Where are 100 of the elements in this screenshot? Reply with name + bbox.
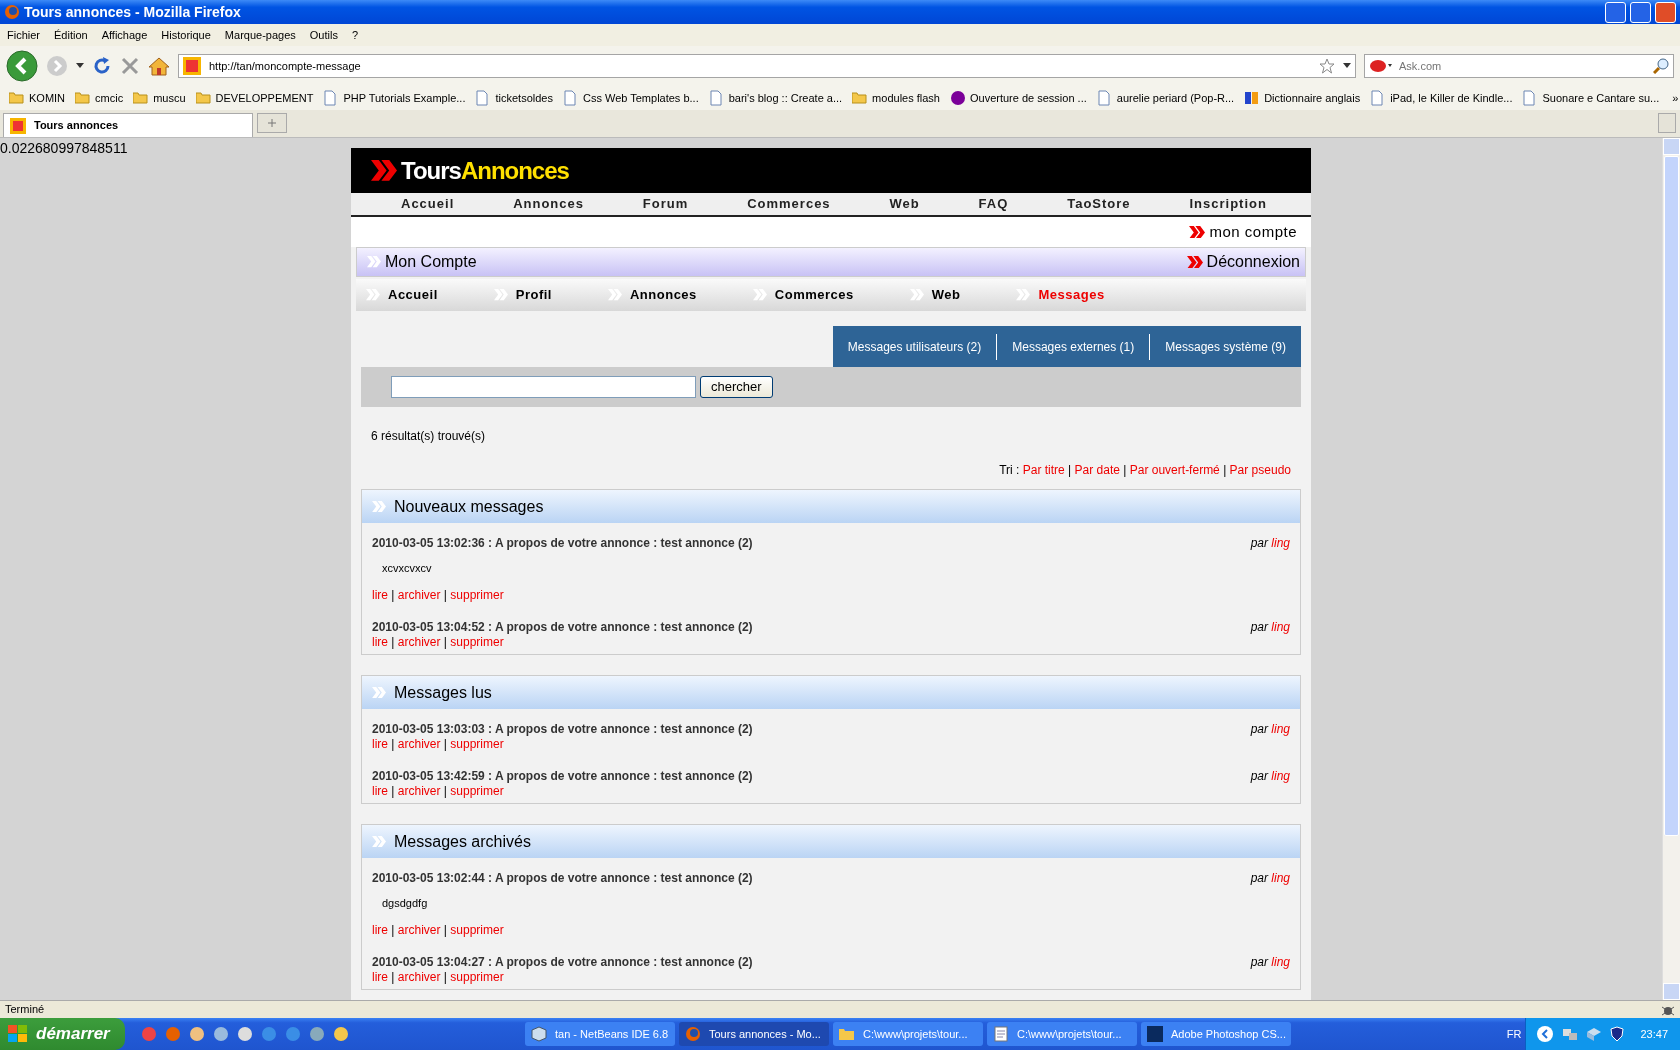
bookmark[interactable]: aurelie periard (Pop-R... [1116,89,1235,107]
search-icon[interactable] [1653,58,1669,74]
tab-list-button[interactable] [1658,113,1676,133]
author-link[interactable]: ling [1271,620,1290,634]
logo[interactable]: ToursAnnonces [371,152,569,189]
bookmark[interactable]: Suonare e Cantare su... [1542,89,1660,107]
close-button[interactable] [1655,1,1676,23]
action-link[interactable]: lire [372,635,388,649]
nav-link[interactable]: Accueil [401,194,455,214]
bookmark[interactable]: DEVELOPPEMENT [215,89,314,107]
stop-icon[interactable] [120,56,140,76]
engine-icon[interactable] [1369,59,1393,73]
taskbar-button[interactable]: tan - NetBeans IDE 6.8 [525,1022,675,1046]
bookmark[interactable]: cmcic [95,89,124,107]
nav-link[interactable]: Commerces [747,194,831,214]
new-tab-button[interactable] [257,113,287,133]
menu-item[interactable]: Marque-pages [217,24,303,46]
bookmark[interactable]: iPad, le Killer de Kindle... [1390,89,1513,107]
action-link[interactable]: supprimer [450,737,504,751]
menu-item[interactable]: Outils [302,24,345,46]
app-icon[interactable] [237,1026,253,1042]
star-icon[interactable] [1319,58,1335,74]
message-tab[interactable]: Messages système (9) [1149,333,1301,360]
message-tab[interactable]: Messages externes (1) [996,333,1150,360]
forward-icon[interactable] [46,55,68,77]
app-icon[interactable] [309,1026,325,1042]
message-title[interactable]: 2010-03-05 13:03:03 : A propos de votre annonce : test annonce (2) [372,722,1251,737]
action-link[interactable]: lire [372,588,388,602]
shield-icon[interactable] [1610,1026,1625,1042]
sub-nav-link[interactable]: Web [931,285,961,305]
search-field[interactable]: Ask.com [1364,54,1674,78]
collapse-icon[interactable] [1536,1025,1555,1043]
action-link[interactable]: lire [372,923,388,937]
language-indicator[interactable]: FR [1506,1025,1522,1043]
nav-link[interactable]: Annonces [513,194,584,214]
menu-item[interactable]: Édition [47,24,95,46]
search-input[interactable] [391,376,696,398]
action-link[interactable]: supprimer [450,923,504,937]
app-icon[interactable] [333,1026,349,1042]
taskbar-button[interactable]: Adobe Photoshop CS... [1141,1022,1291,1046]
action-link[interactable]: archiver [397,588,441,602]
action-link[interactable]: archiver [397,737,441,751]
dropdown-icon[interactable] [76,63,84,69]
message-title[interactable]: 2010-03-05 13:02:36 : A propos de votre annonce : test annonce (2) [372,536,1251,551]
browser-tab[interactable]: Tours annonces [3,113,253,137]
sort-link[interactable]: Par ouvert-fermé [1129,463,1220,477]
sub-nav-link[interactable]: Profil [515,285,552,305]
box-icon[interactable] [1586,1026,1603,1042]
action-link[interactable]: archiver [397,784,441,798]
maximize-button[interactable] [1630,1,1651,23]
action-link[interactable]: archiver [397,970,441,984]
taskbar-button[interactable]: C:\www\projets\tour... [833,1022,983,1046]
bookmark[interactable]: KOMIN [29,89,66,107]
bookmark[interactable]: ticketsoldes [495,89,553,107]
author-link[interactable]: ling [1271,955,1290,969]
author-link[interactable]: ling [1271,536,1290,550]
action-link[interactable]: archiver [397,923,441,937]
sort-link[interactable]: Par pseudo [1229,463,1291,477]
author-link[interactable]: ling [1271,871,1290,885]
message-tab[interactable]: Messages utilisateurs (2) [832,333,997,360]
message-title[interactable]: 2010-03-05 13:04:27 : A propos de votre annonce : test annonce (2) [372,955,1251,970]
overflow-chevron[interactable]: » [1664,89,1680,107]
message-title[interactable]: 2010-03-05 13:42:59 : A propos de votre annonce : test annonce (2) [372,769,1251,784]
author-link[interactable]: ling [1271,722,1290,736]
message-title[interactable]: 2010-03-05 13:04:52 : A propos de votre annonce : test annonce (2) [372,620,1251,635]
action-link[interactable]: lire [372,970,388,984]
action-link[interactable]: lire [372,784,388,798]
dropdown-icon[interactable] [1343,63,1351,69]
minimize-button[interactable] [1605,1,1626,23]
bookmark[interactable]: Css Web Templates b... [582,89,699,107]
bookmark[interactable]: PHP Tutorials Example... [343,89,466,107]
sub-nav-link[interactable]: Accueil [388,285,438,305]
logout-link[interactable]: Déconnexion [1206,250,1300,274]
action-link[interactable]: lire [372,737,388,751]
network-icon[interactable] [1562,1026,1579,1042]
message-title[interactable]: 2010-03-05 13:02:44 : A propos de votre annonce : test annonce (2) [372,871,1251,886]
sub-nav-link[interactable]: Annonces [630,285,697,305]
bookmark[interactable]: bari's blog :: Create a... [728,89,843,107]
app-icon[interactable] [213,1026,229,1042]
bookmark[interactable]: Ouverture de session ... [970,89,1087,107]
menu-item[interactable]: Historique [154,24,218,46]
sub-nav-link[interactable]: Messages [1038,285,1105,305]
scroll-thumb[interactable] [1664,156,1679,836]
sort-link[interactable]: Par date [1074,463,1120,477]
home-icon[interactable] [148,56,170,76]
app-icon[interactable] [261,1026,277,1042]
menu-item[interactable]: ? [344,24,366,46]
sort-link[interactable]: Par titre [1022,463,1065,477]
search-button[interactable]: chercher [700,376,773,398]
nav-link[interactable]: Web [889,194,920,214]
bookmark[interactable]: muscu [153,89,186,107]
app-icon[interactable] [189,1026,205,1042]
author-link[interactable]: ling [1271,769,1290,783]
menu-item[interactable]: Affichage [94,24,155,46]
action-link[interactable]: supprimer [450,784,504,798]
nav-link[interactable]: FAQ [978,194,1009,214]
taskbar-button[interactable]: Tours annonces - Mo... [679,1022,829,1046]
bookmark[interactable]: Dictionnaire anglais [1264,89,1361,107]
bookmark[interactable]: modules flash [872,89,940,107]
app-icon[interactable] [285,1026,301,1042]
